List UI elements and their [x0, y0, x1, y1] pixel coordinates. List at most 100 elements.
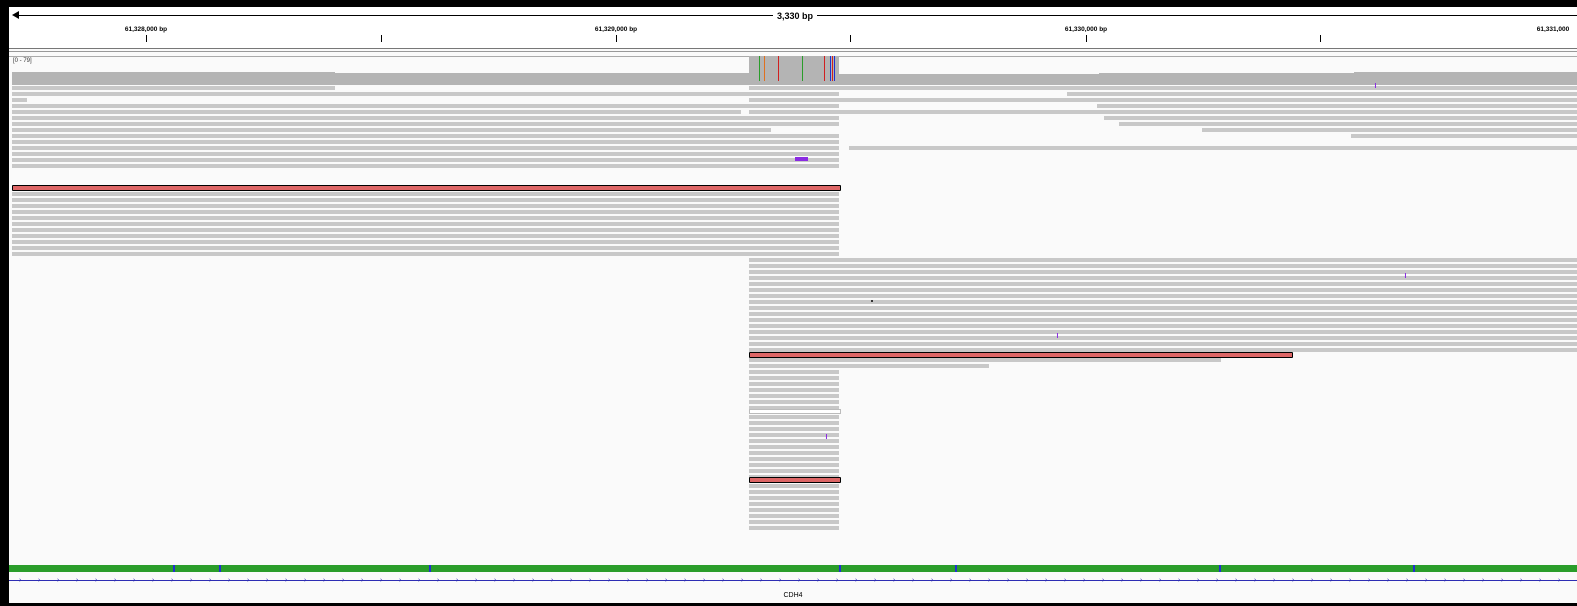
- aligned-read[interactable]: [749, 110, 1577, 114]
- aligned-read[interactable]: [749, 388, 839, 392]
- aligned-read[interactable]: [749, 451, 839, 455]
- aligned-read[interactable]: [749, 300, 1577, 304]
- aligned-read[interactable]: [12, 110, 741, 114]
- strand-arrow-icon: ›: [76, 577, 79, 584]
- aligned-read[interactable]: [12, 98, 27, 102]
- aligned-read[interactable]: [749, 276, 1577, 280]
- aligned-read[interactable]: [1202, 128, 1577, 132]
- strand-arrow-icon: ›: [57, 577, 60, 584]
- aligned-read[interactable]: [749, 400, 839, 404]
- strand-arrow-icon: ›: [1121, 577, 1124, 584]
- aligned-read[interactable]: [749, 415, 839, 419]
- aligned-read[interactable]: [749, 288, 1577, 292]
- aligned-read[interactable]: [749, 330, 1577, 334]
- aligned-read[interactable]: [749, 370, 839, 374]
- aligned-read[interactable]: [749, 358, 1221, 362]
- aligned-read[interactable]: [749, 526, 839, 530]
- aligned-read[interactable]: [12, 104, 749, 108]
- aligned-read[interactable]: [749, 469, 839, 473]
- aligned-read[interactable]: [1119, 122, 1577, 126]
- insertion-marker[interactable]: [1404, 274, 1407, 279]
- aligned-read[interactable]: [749, 270, 1577, 274]
- aligned-read[interactable]: [12, 92, 749, 96]
- aligned-read[interactable]: [12, 228, 839, 232]
- aligned-read[interactable]: [12, 192, 839, 196]
- aligned-read[interactable]: [12, 116, 839, 120]
- insertion-marker[interactable]: [1056, 334, 1059, 339]
- aligned-read[interactable]: [1104, 116, 1577, 120]
- aligned-read[interactable]: [749, 104, 839, 108]
- aligned-read[interactable]: [749, 258, 1577, 262]
- strand-arrow-icon: ›: [1463, 577, 1466, 584]
- insertion-marker[interactable]: [825, 435, 828, 440]
- strand-arrow-icon: ›: [1083, 577, 1086, 584]
- aligned-read[interactable]: [749, 508, 839, 512]
- aligned-read[interactable]: [749, 86, 1577, 90]
- aligned-read[interactable]: [749, 306, 1577, 310]
- aligned-read[interactable]: [749, 520, 839, 524]
- aligned-read[interactable]: [12, 128, 771, 132]
- highlighted-read[interactable]: [12, 185, 841, 191]
- insertion-marker[interactable]: [1374, 84, 1377, 89]
- aligned-read[interactable]: [749, 490, 839, 494]
- strand-arrow-icon: ›: [361, 577, 364, 584]
- aligned-read[interactable]: [749, 445, 839, 449]
- aligned-read[interactable]: [1097, 104, 1577, 108]
- aligned-read[interactable]: [12, 210, 839, 214]
- strand-arrow-icon: ›: [513, 577, 516, 584]
- aligned-read[interactable]: [12, 198, 839, 202]
- aligned-read[interactable]: [849, 146, 1577, 150]
- gene-name[interactable]: CDH4: [783, 592, 802, 599]
- aligned-read[interactable]: [12, 146, 839, 150]
- aligned-read[interactable]: [749, 318, 1577, 322]
- aligned-read[interactable]: [749, 264, 1577, 268]
- aligned-read[interactable]: [12, 158, 839, 162]
- aligned-read[interactable]: [749, 342, 1577, 346]
- deletion-marker[interactable]: [795, 157, 808, 161]
- aligned-read[interactable]: [749, 376, 839, 380]
- genome-viewer-panel[interactable]: 3,330 bp 61,328,000 bp 61,329,000 bp 61,…: [9, 7, 1577, 603]
- aligned-read[interactable]: [12, 140, 839, 144]
- highlighted-read[interactable]: [749, 477, 841, 483]
- aligned-read[interactable]: [749, 92, 839, 96]
- strand-arrow-icon: ›: [1539, 577, 1542, 584]
- aligned-read[interactable]: [749, 324, 1577, 328]
- aligned-read[interactable]: [749, 294, 1577, 298]
- aligned-read[interactable]: [749, 427, 839, 431]
- aligned-read[interactable]: [749, 409, 841, 414]
- aligned-read[interactable]: [749, 282, 1577, 286]
- aligned-read[interactable]: [749, 421, 839, 425]
- alignment-track[interactable]: [9, 7, 1577, 603]
- aligned-read[interactable]: [12, 240, 839, 244]
- aligned-read[interactable]: [12, 234, 839, 238]
- aligned-read[interactable]: [749, 502, 839, 506]
- aligned-read[interactable]: [12, 164, 839, 168]
- sequence-track[interactable]: [9, 565, 1577, 572]
- aligned-read[interactable]: [749, 336, 1577, 340]
- aligned-read[interactable]: [749, 364, 989, 368]
- aligned-read[interactable]: [12, 246, 839, 250]
- aligned-read[interactable]: [12, 216, 839, 220]
- aligned-read[interactable]: [749, 496, 839, 500]
- aligned-read[interactable]: [12, 222, 839, 226]
- aligned-read[interactable]: [749, 312, 1577, 316]
- aligned-read[interactable]: [749, 98, 1577, 102]
- aligned-read[interactable]: [749, 382, 839, 386]
- strand-arrow-icon: ›: [380, 577, 383, 584]
- aligned-read[interactable]: [12, 86, 335, 90]
- aligned-read[interactable]: [749, 394, 839, 398]
- gene-track[interactable]: CDH4 › › › › › › › › › › › › › › › › › › › › › › › › › › › › › › › › › › ›…: [9, 577, 1577, 603]
- aligned-read[interactable]: [12, 204, 839, 208]
- aligned-read[interactable]: [1067, 92, 1577, 96]
- aligned-read[interactable]: [1351, 134, 1577, 138]
- aligned-read[interactable]: [12, 152, 839, 156]
- aligned-read[interactable]: [12, 252, 839, 256]
- aligned-read[interactable]: [12, 122, 839, 126]
- aligned-read[interactable]: [749, 457, 839, 461]
- strand-arrow-icon: ›: [1216, 577, 1219, 584]
- aligned-read[interactable]: [749, 484, 839, 488]
- aligned-read[interactable]: [749, 514, 839, 518]
- strand-arrow-icon: ›: [874, 577, 877, 584]
- aligned-read[interactable]: [749, 463, 839, 467]
- aligned-read[interactable]: [12, 134, 839, 138]
